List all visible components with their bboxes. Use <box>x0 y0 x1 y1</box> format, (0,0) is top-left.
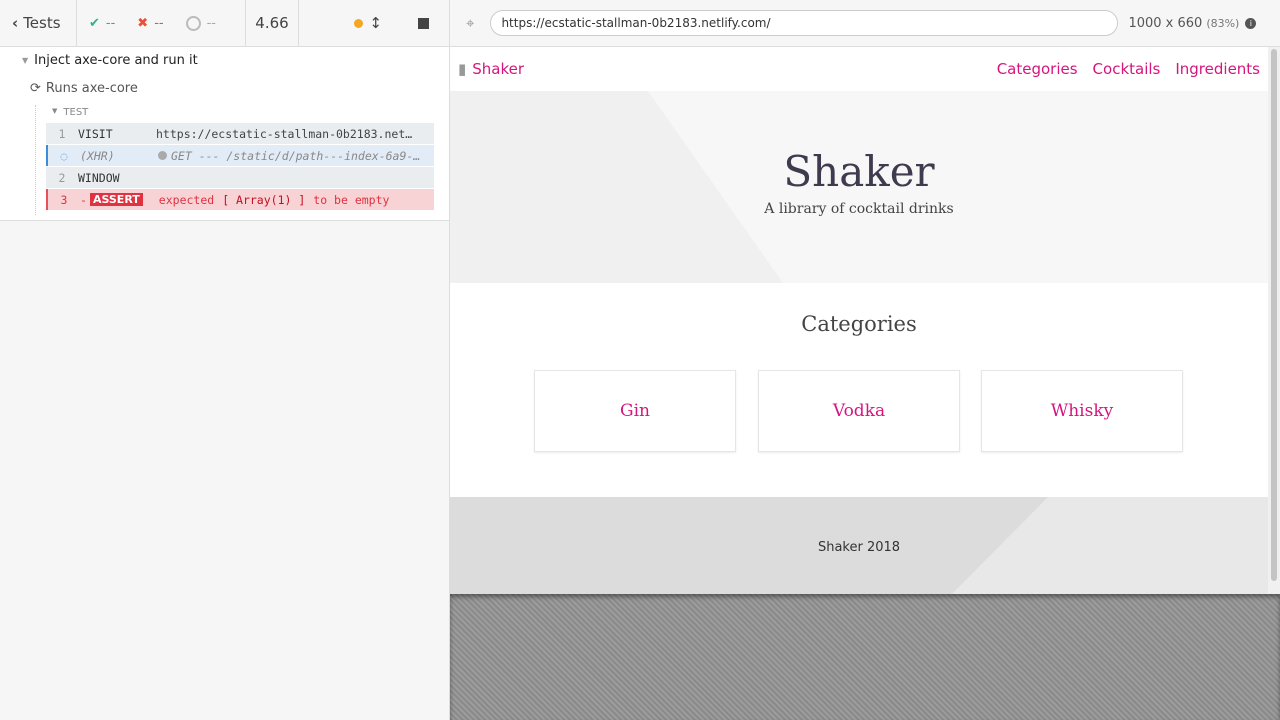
command-row[interactable]: 2 WINDOW <box>46 167 434 188</box>
command-log: ▼ Inject axe-core and run it ⟳ Runs axe-co… <box>0 47 449 221</box>
section-title: Categories <box>801 312 917 336</box>
shaker-icon: ▮ <box>458 60 467 78</box>
hero-subtitle: A library of cocktail drinks <box>764 201 954 217</box>
category-card-vodka[interactable]: Vodka <box>758 370 960 452</box>
chevron-left-icon: ‹ <box>12 14 19 32</box>
assert-badge: ASSERT <box>89 193 143 206</box>
caret-down-icon: ▼ <box>22 56 29 65</box>
nav-categories[interactable]: Categories <box>997 60 1078 78</box>
back-to-tests-button[interactable]: ‹ Tests <box>0 0 77 46</box>
hero-title: Shaker <box>783 147 935 196</box>
command-row-assert-failed[interactable]: 3- ASSERT expected[ Array(1) ] to be empty <box>46 189 434 210</box>
test-title[interactable]: ⟳ Runs axe-core <box>30 81 138 96</box>
selector-playground-icon[interactable]: ⌖ <box>466 14 474 32</box>
command-row-xhr[interactable]: ◌ (XHR) GET --- /static/d/path---index-6a9… <box>46 145 434 166</box>
brand-link[interactable]: Shaker <box>472 60 524 78</box>
hero: Shaker A library of cocktail drinks <box>450 91 1268 283</box>
site-footer: Shaker 2018 <box>450 497 1268 594</box>
iframe-scrollbar[interactable] <box>1268 47 1280 594</box>
caret-down-icon: ▼ <box>52 107 58 115</box>
runner-header: ‹ Tests ✔ -- ✖ -- -- 4.66 ↕ <box>0 0 449 47</box>
stop-button[interactable] <box>418 17 429 29</box>
test-section-header[interactable]: ▼ TEST <box>52 107 88 118</box>
suite-title[interactable]: ▼ Inject axe-core and run it <box>22 53 198 68</box>
category-card-whisky[interactable]: Whisky <box>981 370 1183 452</box>
viewport-size: 1000 x 660 <box>1128 15 1203 31</box>
duration: 4.66 <box>246 0 299 46</box>
footer-text: Shaker 2018 <box>817 540 901 555</box>
url-bar[interactable]: https://ecstatic-stallman-0b2183.netlify… <box>490 10 1119 36</box>
browser-toolbar: ⌖ https://ecstatic-stallman-0b2183.netli… <box>450 0 1280 47</box>
x-icon: ✖ <box>137 15 149 31</box>
pending-circle-icon <box>185 15 201 31</box>
check-icon: ✔ <box>89 15 100 31</box>
failed-count: -- <box>154 15 164 31</box>
viewport-scale: (83%) <box>1206 16 1240 30</box>
stats: ✔ -- ✖ -- -- <box>77 0 246 46</box>
nav-ingredients[interactable]: Ingredients <box>1175 60 1260 78</box>
running-indicator-icon: ↕ <box>354 14 382 32</box>
passed-count: -- <box>105 15 116 31</box>
refresh-icon: ⟳ <box>30 81 41 96</box>
spinner-icon: ◌ <box>60 148 68 163</box>
app-iframe: ▮ Shaker Categories Cocktails Ingredient… <box>450 47 1268 594</box>
test-runner-panel: ‹ Tests ✔ -- ✖ -- -- 4.66 ↕ ▼ Inject axe-cor… <box>0 0 450 720</box>
info-icon[interactable]: i <box>1245 17 1257 29</box>
site-nav: ▮ Shaker Categories Cocktails Ingredient… <box>450 47 1268 91</box>
pending-dot-icon <box>158 151 167 160</box>
empty-viewport-area <box>450 594 1280 720</box>
nav-cocktails[interactable]: Cocktails <box>1093 60 1161 78</box>
command-row[interactable]: 1 VISIT https://ecstatic-stallman-0b2183.n… <box>46 123 434 144</box>
category-card-gin[interactable]: Gin <box>534 370 736 452</box>
pending-count: -- <box>206 15 216 31</box>
app-preview: ⌖ https://ecstatic-stallman-0b2183.netli… <box>450 0 1280 720</box>
